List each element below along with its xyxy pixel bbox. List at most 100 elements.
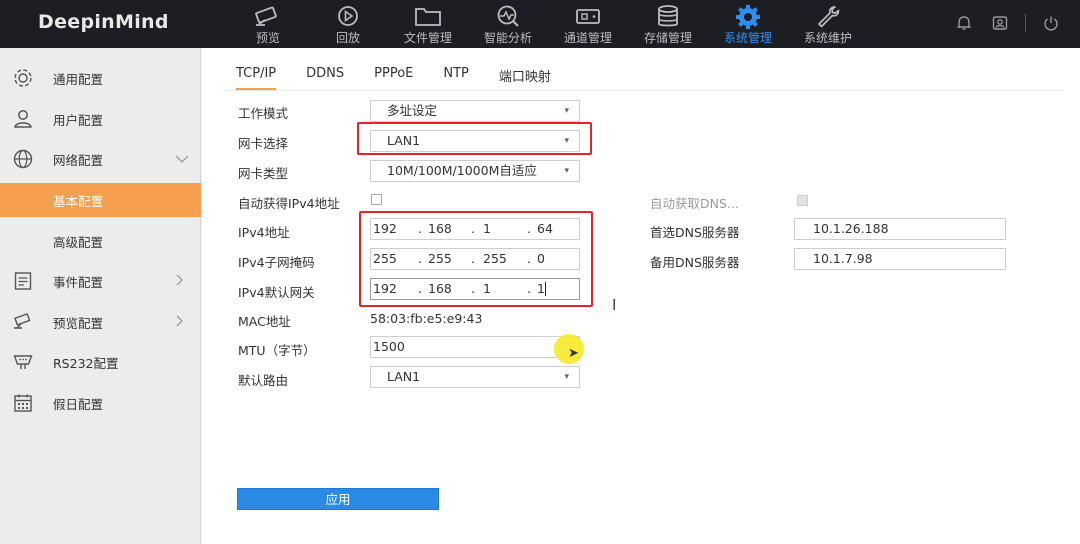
nav-system-maintenance[interactable]: 系统维护 bbox=[788, 0, 868, 48]
tab-ddns[interactable]: DDNS bbox=[306, 66, 344, 90]
nav-label: 系统维护 bbox=[803, 31, 852, 45]
bell-icon[interactable] bbox=[953, 12, 975, 34]
wrench-icon bbox=[818, 6, 840, 28]
dhcp-label: 自动获得IPv4地址 bbox=[238, 196, 340, 211]
main-nav: 预览 回放 文件管理 智能分析 通道管理 存储管理 系统管理 系统维护 bbox=[228, 0, 868, 48]
ip-octet: 192 bbox=[373, 281, 397, 296]
nav-label: 预览 bbox=[255, 31, 280, 45]
nav-label: 系统管理 bbox=[723, 31, 772, 45]
text-cursor-icon: I bbox=[612, 296, 617, 314]
camera-icon bbox=[255, 6, 277, 26]
caret-down-icon: ▾ bbox=[564, 372, 569, 382]
dns-auto-checkbox[interactable] bbox=[797, 195, 808, 206]
storage-icon bbox=[658, 5, 678, 27]
dns-primary-value: 10.1.26.188 bbox=[813, 221, 889, 236]
tab-bar: TCP/IP DDNS PPPoE NTP 端口映射 bbox=[236, 66, 581, 90]
dns-secondary-value: 10.1.7.98 bbox=[813, 251, 873, 266]
nav-smart-analysis[interactable]: 智能分析 bbox=[468, 0, 548, 48]
sidebar-item-basic-config[interactable]: 基本配置 bbox=[0, 183, 201, 217]
ipv4-mask-input[interactable]: 255 . 255 . 255 . 0 bbox=[370, 248, 580, 270]
chevron-down-icon bbox=[175, 152, 189, 167]
ip-octet: 1 bbox=[483, 221, 491, 236]
sidebar-item-label: RS232配置 bbox=[53, 355, 119, 371]
mtu-input[interactable]: 1500 bbox=[370, 336, 580, 358]
app-logo: DeepinMind bbox=[38, 11, 169, 33]
work-mode-select[interactable]: 多址设定 ▾ bbox=[370, 100, 580, 122]
apply-button[interactable]: 应用 bbox=[237, 488, 439, 510]
sidebar-item-events[interactable]: 事件配置 bbox=[0, 264, 201, 298]
nav-playback[interactable]: 回放 bbox=[308, 0, 388, 48]
nav-storage-management[interactable]: 存储管理 bbox=[628, 0, 708, 48]
sidebar-item-rs232[interactable]: RS232配置 bbox=[0, 345, 201, 379]
ip-octet: 168 bbox=[428, 281, 452, 296]
work-mode-label: 工作模式 bbox=[238, 106, 289, 121]
sidebar-item-general[interactable]: 通用配置 bbox=[0, 61, 201, 95]
nav-label: 存储管理 bbox=[643, 31, 692, 45]
ip-dot: . bbox=[471, 281, 475, 296]
analysis-icon bbox=[497, 5, 519, 27]
sidebar-item-label: 假日配置 bbox=[53, 396, 104, 412]
sidebar-item-label: 事件配置 bbox=[53, 274, 104, 290]
account-icon[interactable] bbox=[989, 12, 1011, 34]
top-right-tools bbox=[953, 12, 1062, 34]
ip-dot: . bbox=[418, 251, 422, 266]
ip-octet: 192 bbox=[373, 221, 397, 236]
ip-dot: . bbox=[418, 221, 422, 236]
nav-channel-management[interactable]: 通道管理 bbox=[548, 0, 628, 48]
ip-octet: 1 bbox=[483, 281, 491, 296]
mtu-value: 1500 bbox=[373, 339, 405, 354]
text-caret bbox=[545, 282, 546, 296]
nic-type-select[interactable]: 10M/100M/1000M自适应 ▾ bbox=[370, 160, 580, 182]
nic-type-value: 10M/100M/1000M自适应 bbox=[387, 163, 537, 178]
nic-select-label: 网卡选择 bbox=[238, 136, 289, 151]
chevron-right-icon bbox=[175, 315, 185, 330]
tab-tcpip[interactable]: TCP/IP bbox=[236, 66, 277, 90]
dns-primary-input[interactable]: 10.1.26.188 bbox=[794, 218, 1006, 240]
ipv4-gateway-input[interactable]: 192 . 168 . 1 . 1 bbox=[370, 278, 580, 300]
chevron-right-icon bbox=[175, 274, 185, 289]
ip-octet: 255 bbox=[428, 251, 452, 266]
caret-down-icon: ▾ bbox=[564, 136, 569, 146]
sidebar-item-label: 预览配置 bbox=[53, 315, 104, 331]
tab-port-mapping[interactable]: 端口映射 bbox=[499, 66, 551, 90]
ipv4-address-input[interactable]: 192 . 168 . 1 . 64 bbox=[370, 218, 580, 240]
dns-auto-label: 自动获取DNS... bbox=[650, 196, 739, 211]
nic-type-label: 网卡类型 bbox=[238, 166, 289, 181]
folder-icon bbox=[415, 8, 441, 26]
sidebar-item-advanced-config[interactable]: 高级配置 bbox=[0, 224, 201, 258]
sidebar-item-label: 用户配置 bbox=[53, 112, 104, 128]
mac-value: 58:03:fb:e5:e9:43 bbox=[370, 311, 483, 326]
user-icon bbox=[11, 108, 35, 130]
sidebar: 通用配置 用户配置 网络配置 基本配置 高级配置 事件配置 预览配置 RS232… bbox=[0, 48, 201, 544]
default-route-select[interactable]: LAN1 ▾ bbox=[370, 366, 580, 388]
nav-file-management[interactable]: 文件管理 bbox=[388, 0, 468, 48]
nav-label: 回放 bbox=[335, 31, 360, 45]
playback-icon bbox=[338, 6, 358, 26]
sidebar-item-label: 高级配置 bbox=[53, 234, 104, 250]
ip-dot: . bbox=[418, 281, 422, 296]
dns-secondary-input[interactable]: 10.1.7.98 bbox=[794, 248, 1006, 270]
nav-label: 智能分析 bbox=[483, 31, 532, 45]
nic-select[interactable]: LAN1 ▾ bbox=[370, 130, 580, 152]
sidebar-item-users[interactable]: 用户配置 bbox=[0, 102, 201, 136]
mouse-pointer-icon: ➤ bbox=[568, 346, 579, 361]
ip-dot: . bbox=[527, 221, 531, 236]
ip-octet: 255 bbox=[373, 251, 397, 266]
sidebar-item-label: 基本配置 bbox=[53, 193, 104, 209]
main-panel: TCP/IP DDNS PPPoE NTP 端口映射 工作模式 多址设定 ▾ 网… bbox=[202, 48, 1080, 544]
nic-select-value: LAN1 bbox=[387, 133, 421, 148]
sidebar-item-preview-config[interactable]: 预览配置 bbox=[0, 305, 201, 339]
ipv4-gateway-label: IPv4默认网关 bbox=[238, 285, 315, 300]
ip-dot: . bbox=[527, 251, 531, 266]
power-icon[interactable] bbox=[1040, 12, 1062, 34]
ipv4-address-label: IPv4地址 bbox=[238, 225, 290, 240]
dhcp-checkbox[interactable] bbox=[371, 194, 382, 205]
tab-pppoe[interactable]: PPPoE bbox=[374, 66, 413, 90]
sidebar-item-holiday[interactable]: 假日配置 bbox=[0, 386, 201, 420]
nav-label: 文件管理 bbox=[403, 31, 452, 45]
nav-system-management[interactable]: 系统管理 bbox=[708, 0, 788, 48]
nav-preview[interactable]: 预览 bbox=[228, 0, 308, 48]
sidebar-item-network[interactable]: 网络配置 bbox=[0, 142, 201, 176]
tab-ntp[interactable]: NTP bbox=[443, 66, 469, 90]
preview-icon bbox=[11, 311, 35, 333]
